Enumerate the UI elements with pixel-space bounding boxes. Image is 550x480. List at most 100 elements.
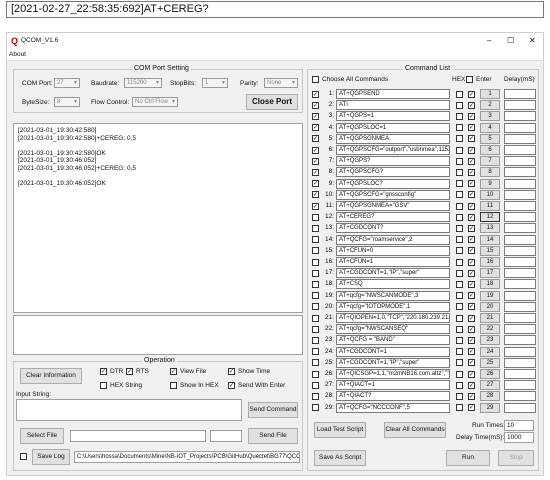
hex-checkbox[interactable] xyxy=(456,202,463,210)
send-command-button[interactable]: 16 xyxy=(480,257,500,267)
file-path-field[interactable] xyxy=(70,430,206,442)
enter-checkbox[interactable]: ✓ xyxy=(468,112,475,120)
hex-checkbox[interactable] xyxy=(456,157,463,165)
hex-checkbox[interactable] xyxy=(456,258,463,266)
close-window-button[interactable]: ✕ xyxy=(529,36,536,45)
hex-checkbox[interactable] xyxy=(456,303,463,311)
run-times-input[interactable]: 10 xyxy=(504,420,534,431)
command-input[interactable]: AT+qcfg="NWSCANSEQ" xyxy=(336,324,450,335)
hex-checkbox[interactable] xyxy=(456,135,463,143)
enter-checkbox[interactable]: ✓ xyxy=(468,157,475,165)
run-button[interactable]: Run xyxy=(446,450,490,466)
send-command-button[interactable]: 20 xyxy=(480,301,500,312)
hex-checkbox[interactable] xyxy=(456,336,463,344)
send-command-button[interactable]: 10 xyxy=(480,189,500,200)
hex-checkbox[interactable] xyxy=(456,348,463,356)
menu-about[interactable]: About xyxy=(9,51,26,58)
send-command-button[interactable]: 13 xyxy=(480,223,500,234)
delay-input[interactable] xyxy=(504,313,536,323)
secondary-output[interactable] xyxy=(13,315,303,355)
enter-checkbox[interactable]: ✓ xyxy=(468,191,475,199)
send-command-button[interactable]: 4 xyxy=(480,122,500,133)
enter-checkbox[interactable]: ✓ xyxy=(468,392,475,400)
baudrate-select[interactable]: 115200 xyxy=(124,78,162,88)
send-command-button[interactable]: 7 xyxy=(480,156,500,167)
select-file-button[interactable]: Select File xyxy=(20,428,64,444)
delay-input[interactable] xyxy=(504,212,536,223)
enter-checkbox[interactable]: ✓ xyxy=(468,213,475,221)
delay-input[interactable] xyxy=(504,346,536,357)
delay-input[interactable] xyxy=(504,257,536,267)
delay-input[interactable] xyxy=(504,301,536,312)
delay-time-input[interactable]: 1000 xyxy=(504,432,534,443)
save-log-checkbox[interactable] xyxy=(20,453,27,460)
hex-checkbox[interactable] xyxy=(456,314,463,322)
send-command-button[interactable]: 1 xyxy=(480,89,500,99)
minimize-button[interactable]: – xyxy=(487,36,491,45)
send-command-button[interactable]: 27 xyxy=(480,380,500,391)
save-as-script-button[interactable]: Save As Script xyxy=(314,450,366,466)
delay-input[interactable] xyxy=(504,189,536,200)
send-command-button[interactable]: 29 xyxy=(480,402,500,413)
view-file-checkbox[interactable]: ✓ xyxy=(170,368,177,375)
hex-checkbox[interactable] xyxy=(456,381,463,389)
send-file-button[interactable]: Send File xyxy=(248,428,298,444)
enter-checkbox[interactable]: ✓ xyxy=(468,325,475,333)
hex-checkbox[interactable] xyxy=(456,191,463,199)
parity-select[interactable]: None xyxy=(264,78,298,88)
hex-checkbox[interactable] xyxy=(456,292,463,300)
delay-input[interactable] xyxy=(504,234,536,245)
enter-checkbox[interactable]: ✓ xyxy=(468,101,475,109)
delay-input[interactable] xyxy=(504,201,536,211)
command-input[interactable]: AT+QGPSCFG? xyxy=(336,167,450,178)
enter-checkbox[interactable]: ✓ xyxy=(468,381,475,389)
enter-checkbox[interactable]: ✓ xyxy=(468,124,475,132)
enter-checkbox[interactable]: ✓ xyxy=(468,236,475,244)
enter-checkbox[interactable]: ✓ xyxy=(468,180,475,188)
send-command-button[interactable]: 8 xyxy=(480,167,500,178)
maximize-button[interactable]: ☐ xyxy=(507,36,514,45)
hex-string-checkbox[interactable] xyxy=(100,382,107,389)
command-input[interactable]: AT+CSQ xyxy=(336,279,450,290)
command-input[interactable]: AT+QGPS=1 xyxy=(336,111,450,122)
send-command-button[interactable]: 28 xyxy=(480,391,500,402)
hex-checkbox[interactable] xyxy=(456,101,463,109)
command-input[interactable]: AT+QIACT? xyxy=(336,391,450,402)
enter-checkbox[interactable]: ✓ xyxy=(468,202,475,210)
command-input[interactable]: AT+qcfg="NWSCANMODE",3 xyxy=(336,290,450,301)
show-time-checkbox[interactable]: ✓ xyxy=(228,368,235,375)
command-input[interactable]: AT+QIACT=1 xyxy=(336,380,450,391)
command-input[interactable]: AT+QIOPEN=1,0,"TCP","220.180.239.212" xyxy=(336,313,450,323)
send-command-button[interactable]: 15 xyxy=(480,245,500,256)
command-input[interactable]: AT+QGPSCFG="gnssconfig" xyxy=(336,189,450,200)
delay-input[interactable] xyxy=(504,178,536,189)
delay-input[interactable] xyxy=(504,380,536,391)
log-output[interactable]: [2021-03-01_19:30:42:580] [2021-03-01_19:… xyxy=(13,123,303,313)
clear-all-commands-button[interactable]: Clear All Commands xyxy=(384,422,446,438)
delay-input[interactable] xyxy=(504,89,536,99)
delay-input[interactable] xyxy=(504,391,536,402)
file-path-field-2[interactable] xyxy=(210,430,242,442)
show-in-hex-checkbox[interactable] xyxy=(170,382,177,389)
hex-checkbox[interactable] xyxy=(456,325,463,333)
dtr-checkbox[interactable]: ✓ xyxy=(100,368,107,375)
delay-input[interactable] xyxy=(504,402,536,413)
hex-checkbox[interactable] xyxy=(456,370,463,378)
rts-checkbox[interactable]: ✓ xyxy=(126,368,133,375)
hex-checkbox[interactable] xyxy=(456,112,463,120)
enter-checkbox[interactable]: ✓ xyxy=(468,348,475,356)
load-test-script-button[interactable]: Load Test Script xyxy=(314,422,366,438)
command-input[interactable]: AT+CFUN=1 xyxy=(336,257,450,267)
send-command-button[interactable]: 9 xyxy=(480,178,500,189)
enter-checkbox[interactable]: ✓ xyxy=(468,258,475,266)
clear-information-button[interactable]: Clear Information xyxy=(20,368,82,384)
send-command-button[interactable]: 6 xyxy=(480,145,500,155)
delay-input[interactable] xyxy=(504,324,536,335)
delay-input[interactable] xyxy=(504,133,536,144)
choose-all-checkbox[interactable] xyxy=(312,76,319,83)
command-input[interactable]: AT+QCFG="NCCCONF",5 xyxy=(336,402,450,413)
command-input[interactable]: AT+QGPSLOC=1 xyxy=(336,122,450,133)
send-command-button[interactable]: 23 xyxy=(480,335,500,346)
hex-checkbox[interactable] xyxy=(456,247,463,255)
send-command-button[interactable]: 2 xyxy=(480,100,500,111)
